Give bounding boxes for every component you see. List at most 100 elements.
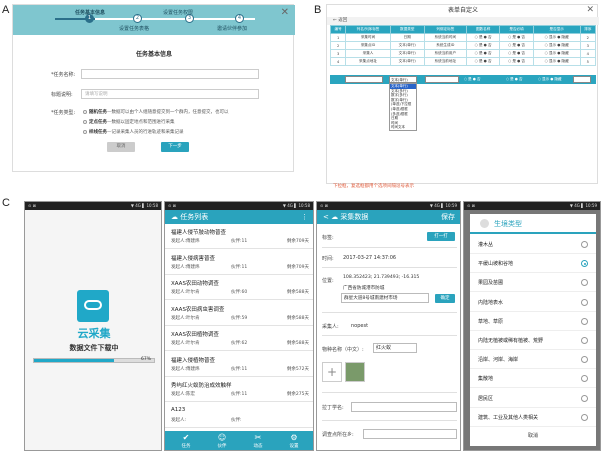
task-item[interactable]: XAAS农田动物调查 发起人:叶尔肯 伙伴:60 剩余588天 bbox=[165, 275, 313, 300]
latin-name-input[interactable] bbox=[351, 402, 457, 412]
type-fixed-option[interactable]: 定点任务—数据以固定地点和范围进行采集 bbox=[83, 119, 175, 125]
radio-icon[interactable] bbox=[581, 260, 588, 268]
site-input[interactable] bbox=[363, 429, 457, 439]
menu-icon[interactable]: ⋮ bbox=[301, 210, 308, 224]
table-cell[interactable]: ○ 是 ● 否 bbox=[499, 49, 534, 58]
habitat-dialog: 生境类型 灌木丛 平缓山坡和谷地 果园及苗圃 内陆地表水 草地、草原 内陆无植被或稀有植被… bbox=[470, 214, 596, 446]
type-random-option[interactable]: 随机任务—数据可以由个人组随意提交到一个群内，任意提交，也可以 bbox=[83, 109, 229, 115]
habitat-option[interactable]: 内陆地表水 bbox=[470, 294, 596, 312]
table-cell[interactable]: ○ 是 ● 否 bbox=[465, 41, 501, 50]
new-visible-radio[interactable]: ○ 显示 ● 隐藏 bbox=[537, 76, 571, 83]
habitat-option[interactable]: 集散地 bbox=[470, 370, 596, 389]
task-item[interactable]: 福建人侵节肢动物普查 发起人:傅建炜 伙伴:11 剩余709天 bbox=[165, 224, 313, 249]
task-item[interactable]: A123 发起人: 伙伴: bbox=[165, 403, 313, 428]
new-required-radio[interactable]: ○ 是 ● 否 bbox=[463, 76, 491, 83]
new-type-select[interactable]: 文本(单行) bbox=[389, 76, 417, 83]
step-2-dot[interactable]: 2 bbox=[133, 14, 142, 23]
radio-icon[interactable] bbox=[581, 413, 588, 421]
task-item[interactable]: 秀屿红火蚁防治成效触样 发起人:陈宏 伙伴:11 剩余275天 bbox=[165, 377, 313, 402]
cancel-button[interactable]: 取消 bbox=[107, 142, 135, 152]
add-photo-button[interactable]: + bbox=[322, 362, 342, 382]
nav-item[interactable]: ✂ 动态 bbox=[243, 433, 273, 449]
new-column-name-input[interactable] bbox=[345, 76, 383, 83]
habitat-option[interactable]: 沿岸、河岸、海岸 bbox=[470, 351, 596, 370]
dropdown-option[interactable]: 时间文本 bbox=[390, 125, 416, 130]
table-cell: 系统生成ID bbox=[423, 41, 467, 50]
table-cell[interactable]: ○ 是 ● 否 bbox=[465, 49, 501, 58]
header-cell: 排序 bbox=[579, 25, 597, 34]
radio-icon[interactable] bbox=[581, 375, 588, 383]
table-cell[interactable]: ○ 是 ● 否 bbox=[465, 33, 501, 42]
close-icon[interactable]: ✕ bbox=[281, 7, 289, 18]
step-progress: 1 2 3 4 任务基本信息 设置任务权限 设置任务表格 邀请伙伴参加 bbox=[13, 5, 295, 35]
table-cell: 文本(单行) bbox=[389, 49, 425, 58]
task-item[interactable]: XAAS农田植物调查 发起人:叶尔肯 伙伴:62 剩余588天 bbox=[165, 326, 313, 351]
task-desc-input[interactable]: 请填写说明 bbox=[81, 89, 259, 99]
radio-icon[interactable] bbox=[581, 337, 588, 344]
back-link[interactable]: ← 返回 bbox=[327, 17, 599, 25]
radio-icon[interactable] bbox=[581, 394, 588, 402]
nav-label: 伙伴 bbox=[217, 444, 227, 449]
task-initiator: 发起人: bbox=[171, 417, 187, 423]
task-item[interactable]: XAAS农田病虫害调查 发起人:叶尔肯 伙伴:59 剩余588天 bbox=[165, 301, 313, 326]
type-dropdown-list[interactable]: 文本(单行) 文本(多行) 数字(多行) 数字(单行) (单选)下拉框 (单选)框框 (多选… bbox=[389, 83, 417, 131]
location-confirm-button[interactable]: 确定 bbox=[435, 294, 455, 303]
habitat-option[interactable]: 建筑、工业及其他人类相关 bbox=[470, 409, 596, 427]
download-progress-bar bbox=[33, 358, 155, 363]
task-name-input[interactable] bbox=[81, 69, 259, 79]
back-icon[interactable]: < bbox=[323, 213, 329, 221]
habitat-option[interactable]: 平缓山坡和谷地 bbox=[470, 255, 596, 274]
table-cell[interactable]: ○ 是 ● 否 bbox=[499, 41, 534, 50]
species-input[interactable]: 红火蚁 bbox=[373, 343, 417, 353]
tag-button[interactable]: 打一打 bbox=[427, 232, 455, 241]
task-item[interactable]: 福建入侵植物普查 发起人:傅建炜 伙伴:11 剩余572天 bbox=[165, 352, 313, 377]
habitat-option[interactable]: 内陆无植被或稀有植被、荒野 bbox=[470, 332, 596, 350]
task-item[interactable]: 福建入侵病害普查 发起人:傅建炜 伙伴:11 剩余709天 bbox=[165, 250, 313, 275]
location-coords: 108.352423; 21.739493; -16.315 bbox=[343, 275, 420, 280]
table-cell[interactable]: ○ 显示 ● 隐藏 bbox=[532, 33, 581, 42]
panel-label-c: C bbox=[2, 197, 10, 209]
specimen-photo[interactable] bbox=[345, 362, 365, 382]
table-cell: 文本(单行) bbox=[389, 57, 425, 66]
species-label: 物种名称（中文）: bbox=[322, 347, 364, 353]
table-cell[interactable]: ○ 显示 ● 隐藏 bbox=[532, 49, 581, 58]
table-cell[interactable]: ○ 显示 ● 隐藏 bbox=[532, 41, 581, 50]
location-address-input[interactable]: 群星大道8号城南建材市场 bbox=[341, 293, 429, 303]
radio-icon bbox=[83, 129, 87, 134]
new-required2-radio[interactable]: ○ 是 ● 否 bbox=[505, 76, 533, 83]
task-initiator: 发起人:傅建炜 bbox=[171, 264, 200, 270]
table-cell[interactable]: ○ 是 ● 否 bbox=[499, 33, 534, 42]
nav-item[interactable]: ☺ 伙伴 bbox=[207, 433, 237, 449]
habitat-option[interactable]: 居民区 bbox=[470, 390, 596, 408]
cancel-button[interactable]: 取消 bbox=[470, 432, 596, 439]
table-cell[interactable]: ○ 是 ● 否 bbox=[499, 57, 534, 66]
habitat-option[interactable]: 灌木丛 bbox=[470, 236, 596, 254]
radio-icon[interactable] bbox=[581, 356, 588, 364]
table-cell[interactable]: ○ 是 ● 否 bbox=[465, 57, 501, 66]
nav-item[interactable]: ⚙ 设置 bbox=[279, 433, 309, 449]
habitat-label: 灌木丛 bbox=[478, 242, 494, 248]
step-4-dot[interactable]: 4 bbox=[235, 14, 244, 23]
next-button[interactable]: 下一步 bbox=[161, 142, 189, 152]
save-button[interactable]: 保存 bbox=[441, 210, 455, 224]
table-cell[interactable]: ○ 显示 ● 隐藏 bbox=[532, 57, 581, 66]
task-name-label: *任务名称: bbox=[51, 72, 76, 78]
task-remaining: 剩余709天 bbox=[286, 239, 309, 244]
habitat-option[interactable]: 草地、草原 bbox=[470, 313, 596, 331]
nav-item[interactable]: ✔ 任务 bbox=[171, 433, 201, 449]
header-cell: 编号 bbox=[329, 25, 347, 34]
table-cell: 1 bbox=[329, 33, 347, 42]
type-transect-option[interactable]: 样线任务—记录采集人员的行进轨迹和采集记录 bbox=[83, 129, 184, 135]
radio-icon[interactable] bbox=[581, 279, 588, 287]
header-cell: 列名/列序标签 bbox=[345, 25, 391, 34]
habitat-option[interactable]: 果园及苗圃 bbox=[470, 274, 596, 293]
new-order-select[interactable] bbox=[573, 76, 591, 83]
panel-label-b: B bbox=[314, 4, 322, 16]
form-custom-dialog: 表单自定义 ✕ ← 返回 编号 列名/列序标签 数据类型 列绑定标签 图数名称 是否必填是… bbox=[326, 4, 599, 189]
radio-icon[interactable] bbox=[581, 241, 588, 248]
new-bind-input[interactable] bbox=[425, 76, 459, 83]
page-title: 任务列表 bbox=[180, 213, 209, 221]
radio-icon[interactable] bbox=[581, 298, 588, 306]
radio-icon[interactable] bbox=[581, 317, 588, 325]
close-icon[interactable]: ✕ bbox=[586, 5, 594, 15]
